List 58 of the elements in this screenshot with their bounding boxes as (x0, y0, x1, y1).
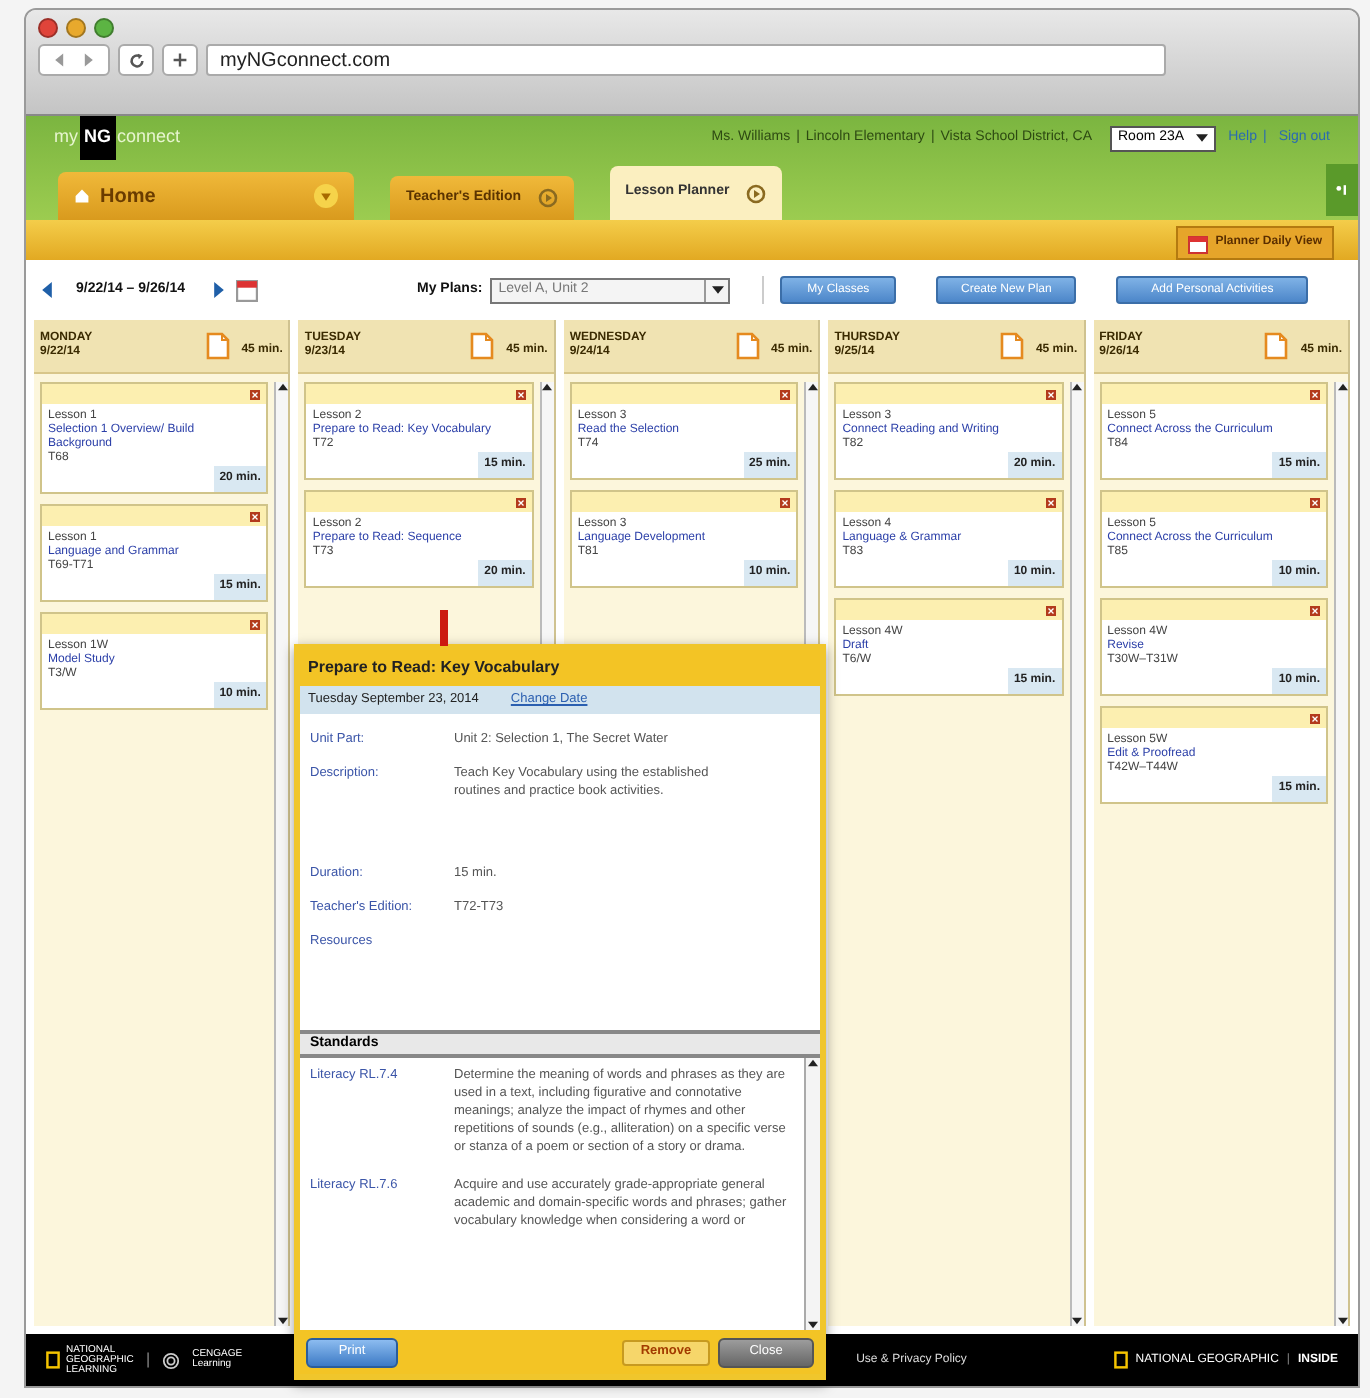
add-button[interactable] (162, 44, 198, 76)
remove-icon[interactable] (780, 389, 791, 399)
remove-icon[interactable] (1045, 605, 1056, 615)
previous-week-icon[interactable] (42, 282, 52, 298)
scrollbar[interactable] (1069, 382, 1084, 1326)
remove-icon[interactable] (780, 497, 791, 507)
back-icon[interactable] (52, 52, 68, 68)
document-icon[interactable] (999, 332, 1024, 360)
document-icon[interactable] (205, 332, 230, 360)
scroll-down-icon[interactable] (1072, 1316, 1083, 1326)
scroll-up-icon[interactable] (277, 382, 288, 392)
document-icon[interactable] (1264, 332, 1289, 360)
remove-icon[interactable] (1310, 713, 1321, 723)
scroll-down-icon[interactable] (277, 1316, 288, 1326)
remove-icon[interactable] (250, 619, 261, 629)
dropdown-icon (314, 184, 338, 208)
document-icon[interactable] (470, 332, 495, 360)
remove-icon[interactable] (1045, 389, 1056, 399)
document-icon[interactable] (735, 332, 760, 360)
separator-text: | (146, 1348, 151, 1372)
toggle-icon (1334, 182, 1350, 198)
reload-button[interactable] (118, 44, 154, 76)
home-icon (74, 188, 90, 204)
remove-icon[interactable] (250, 389, 261, 399)
forward-icon[interactable] (80, 52, 96, 68)
reload-icon (127, 51, 145, 69)
remove-icon[interactable] (1310, 389, 1321, 399)
scroll-up-icon[interactable] (1337, 382, 1348, 392)
scroll-down-icon[interactable] (1337, 1316, 1348, 1326)
remove-icon[interactable] (1310, 497, 1321, 507)
pointer-marker (440, 610, 448, 646)
remove-icon[interactable] (250, 511, 261, 521)
remove-icon[interactable] (1310, 605, 1321, 615)
frame-logo-icon (1113, 1350, 1128, 1370)
frame-logo-icon (46, 1350, 60, 1370)
dropdown-arrow-icon (711, 286, 724, 294)
remove-icon[interactable] (515, 497, 526, 507)
side-toggle-button[interactable] (1326, 164, 1358, 216)
scroll-up-icon[interactable] (1072, 382, 1083, 392)
scroll-up-icon[interactable] (542, 382, 553, 392)
remove-icon[interactable] (1045, 497, 1056, 507)
scrollbar[interactable] (274, 382, 289, 1326)
scrollbar[interactable] (1334, 382, 1349, 1326)
arrow-circle-icon (537, 188, 558, 208)
next-week-icon[interactable] (213, 282, 223, 298)
logo: my NG connect (54, 116, 181, 160)
plus-icon (172, 52, 188, 68)
popup-title: Prepare to Read: Key Vocabulary (300, 650, 820, 686)
address-field[interactable]: myNGconnect.com (206, 44, 1166, 76)
dropdown-arrow-icon (1196, 134, 1209, 142)
circles-logo-icon (162, 1351, 181, 1369)
scroll-up-icon[interactable] (807, 382, 818, 392)
tab[interactable]: Home (58, 172, 354, 220)
calendar-icon (1187, 233, 1208, 253)
calendar-icon[interactable] (235, 279, 257, 301)
remove-icon[interactable] (515, 389, 526, 399)
scrollbar[interactable] (804, 1058, 820, 1330)
arrow-circle-icon (745, 183, 766, 203)
